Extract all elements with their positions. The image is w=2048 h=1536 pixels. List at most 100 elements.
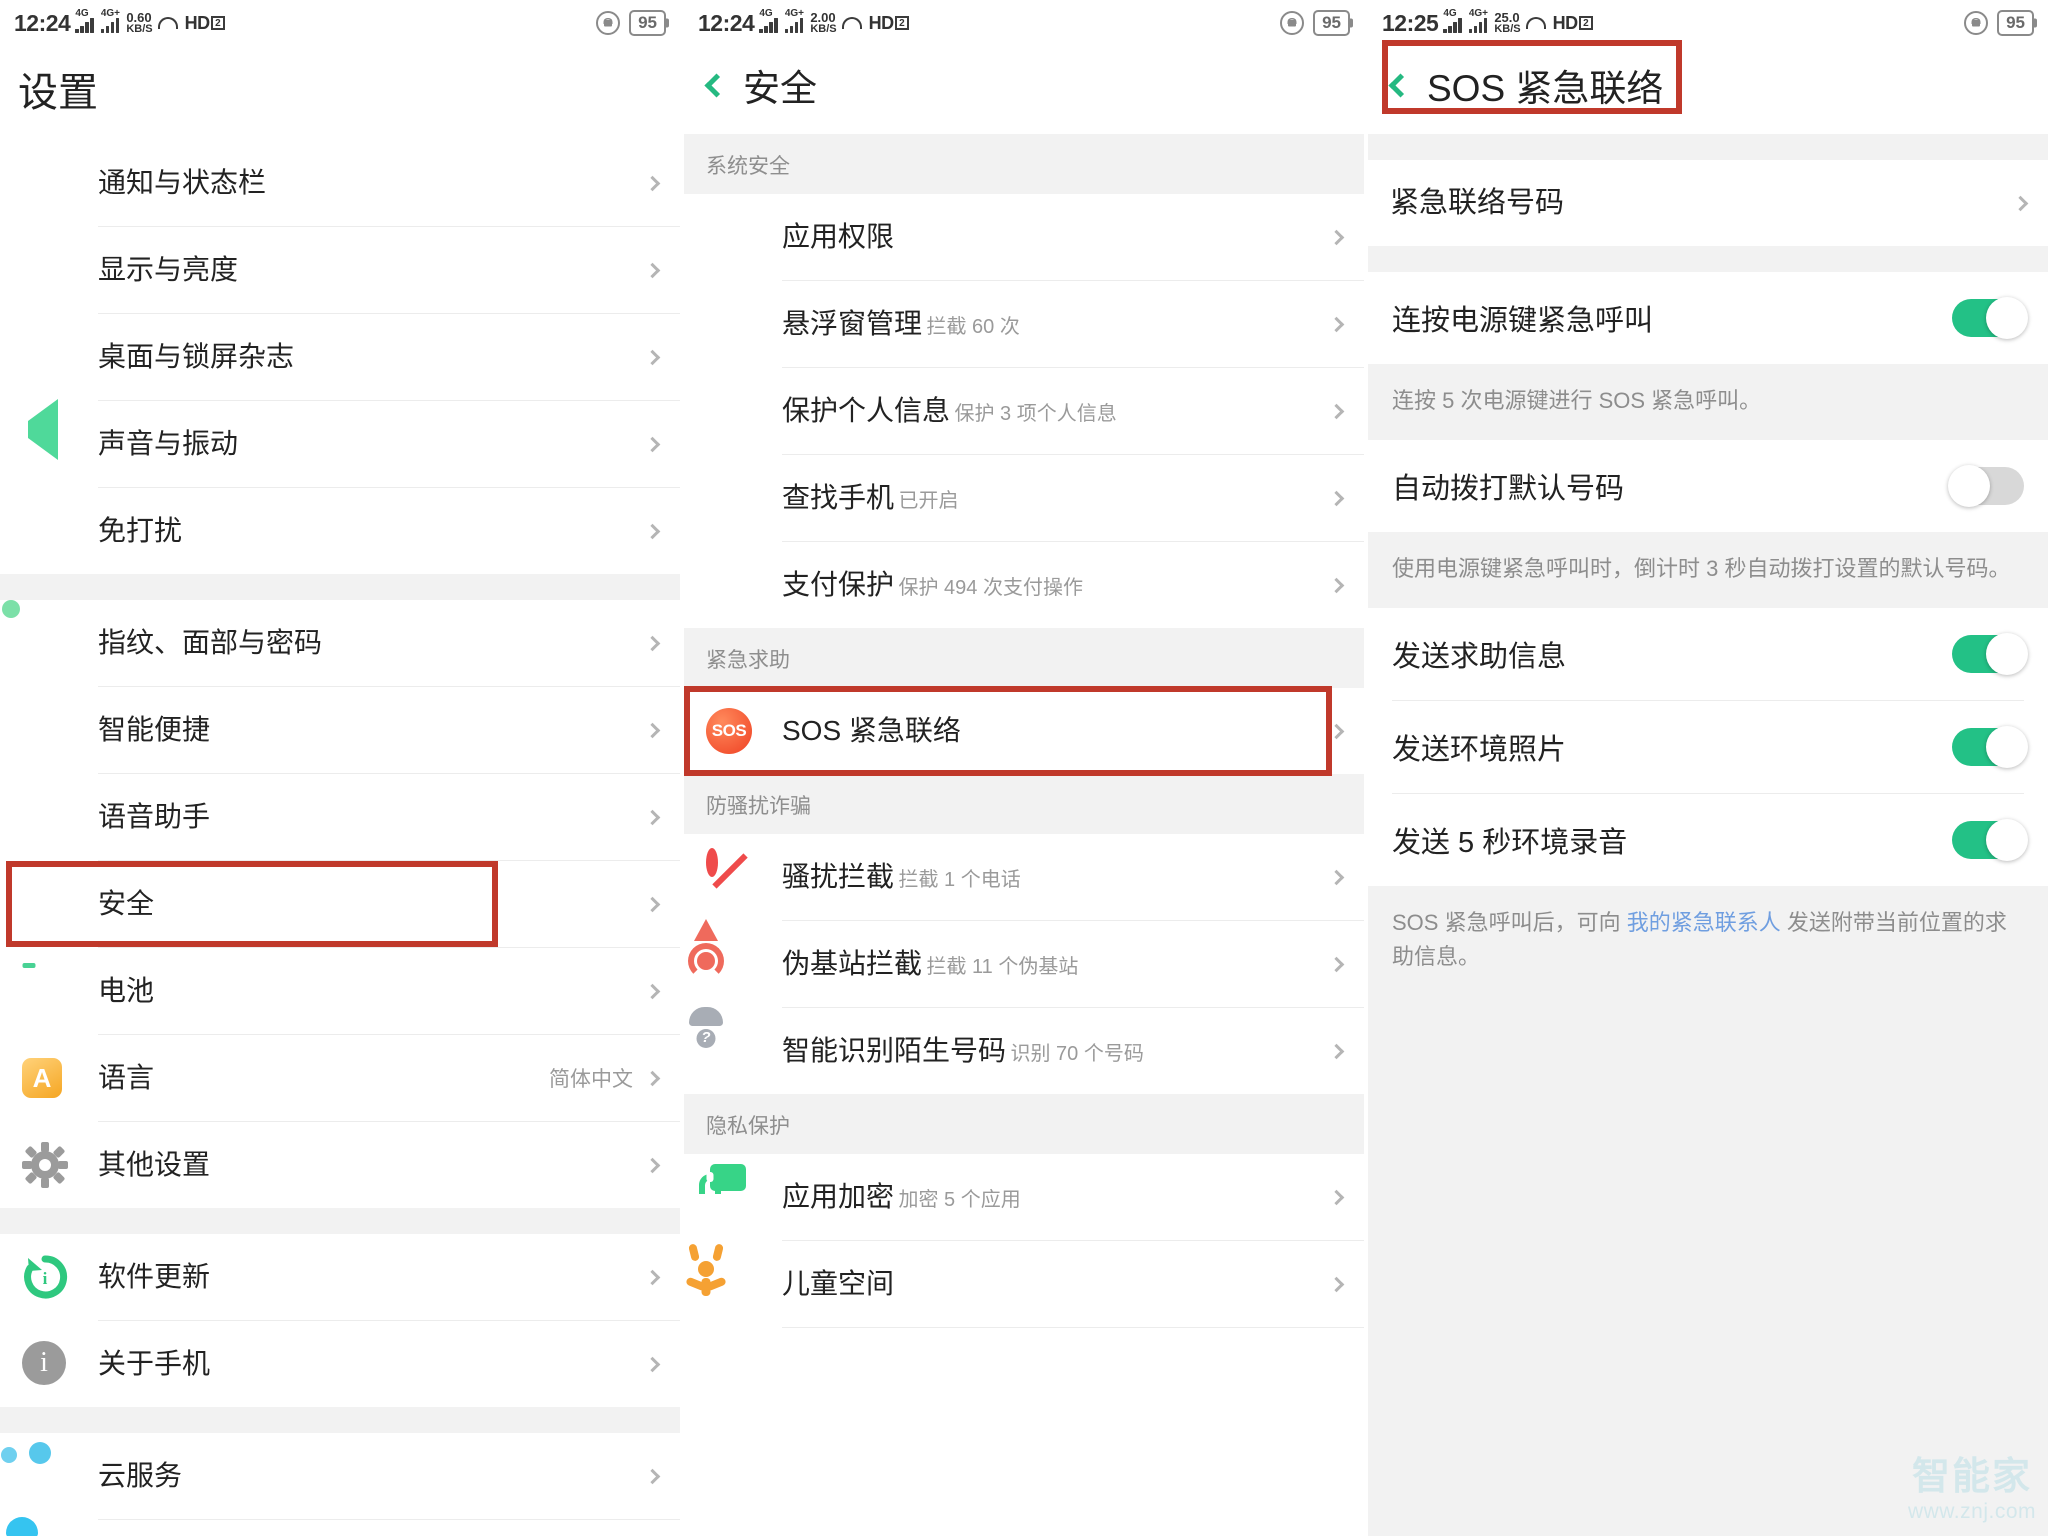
list-item-personal-info[interactable]: 保护个人信息 保护 3 项个人信息 — [684, 368, 1364, 454]
status-time: 12:25 — [1382, 9, 1439, 36]
sidebar-item-sound[interactable]: 声音与振动 — [0, 399, 680, 487]
status-time: 12:24 — [698, 9, 755, 36]
gear-icon — [22, 1142, 68, 1188]
back-chevron-icon[interactable] — [1388, 72, 1413, 98]
chevron-right-icon — [1328, 723, 1345, 739]
row-label: 发送 5 秒环境录音 — [1392, 827, 1628, 860]
divider — [782, 1327, 1364, 1328]
list-item-harassment-block[interactable]: 骚扰拦截 拦截 1 个电话 — [684, 834, 1364, 920]
row-label: 语言 — [98, 1062, 155, 1094]
row-label: 发送求助信息 — [1392, 641, 1567, 674]
list-item-find-phone[interactable]: 查找手机 已开启 — [684, 455, 1364, 541]
sos-icon: SOS — [706, 708, 752, 754]
row-label: 查找手机 — [782, 482, 895, 514]
list-item-sos-emergency-contact[interactable]: SOS SOS 紧急联络 — [684, 686, 1364, 776]
toggle-row-send-environment-photo[interactable]: 发送环境照片 — [1368, 701, 2048, 794]
sidebar-item-software-update[interactable]: i 软件更新 — [0, 1234, 680, 1320]
back-chevron-icon[interactable] — [704, 72, 729, 98]
software-update-icon: i — [22, 1254, 68, 1300]
sidebar-item-security[interactable]: 安全 — [0, 861, 680, 947]
sidebar-item-fingerprint[interactable]: 指纹、面部与密码 — [0, 600, 680, 686]
volte-icon — [157, 17, 178, 29]
list-item-floating-window[interactable]: 悬浮窗管理 拦截 60 次 — [684, 281, 1364, 367]
sidebar-item-notifications[interactable]: 通知与状态栏 — [0, 140, 680, 226]
unknown-caller-icon: ? — [689, 1007, 752, 1074]
toggle-power-key-emergency[interactable] — [1952, 297, 2028, 339]
sidebar-item-about-phone[interactable]: i 关于手机 — [0, 1321, 680, 1407]
battery-indicator: 95 — [1313, 10, 1350, 36]
sidebar-item-voice-assistant[interactable]: 语音助手 — [0, 774, 680, 860]
status-bar-panel1: 12:24 4G 4G+ 0.60 KB/S HD 2 95 — [0, 0, 680, 46]
chevron-right-icon — [1328, 490, 1345, 506]
sidebar-item-smart-assist[interactable]: 智能便捷 — [0, 687, 680, 773]
sidebar-item-battery[interactable]: 电池 — [0, 948, 680, 1034]
group-header-emergency: 紧急求助 — [684, 628, 1364, 688]
sidebar-item-other-accounts[interactable]: 其他帐号 — [0, 1517, 680, 1536]
settings-group-4: 云服务 其他帐号 — [0, 1433, 680, 1536]
chevron-right-icon — [644, 722, 661, 738]
row-subtitle: 拦截 11 个伪基站 — [926, 956, 1079, 979]
signal-icon-sim1: 4G — [75, 8, 94, 33]
chevron-right-icon — [2012, 195, 2029, 211]
row-label: 连按电源键紧急呼叫 — [1392, 305, 1654, 337]
rotation-lock-icon — [1964, 11, 1989, 35]
toggle-send-environment-photo[interactable] — [1952, 726, 2028, 769]
toggle-send-help-message[interactable] — [1952, 633, 2028, 676]
row-label: 免打扰 — [98, 515, 183, 547]
toggle-send-audio-recording[interactable] — [1952, 819, 2028, 862]
moon-icon — [22, 508, 68, 554]
fake-tower-icon — [688, 919, 752, 987]
toggle-row-send-help-message[interactable]: 发送求助信息 — [1368, 608, 2048, 701]
settings-group-3: i 软件更新 i 关于手机 — [0, 1234, 680, 1407]
list-item-fake-tower-block[interactable]: 伪基站拦截 拦截 11 个伪基站 — [684, 919, 1364, 1007]
my-emergency-contacts-link[interactable]: 我的紧急联系人 — [1627, 910, 1781, 935]
shield-icon — [22, 881, 68, 927]
sidebar-item-other-settings[interactable]: 其他设置 — [0, 1122, 680, 1208]
sidebar-item-display[interactable]: 显示与亮度 — [0, 227, 680, 313]
volte-icon — [841, 17, 862, 29]
status-bar-panel2: 12:24 4G 4G+ 2.00 KB/S HD 2 95 — [684, 0, 1364, 46]
list-item-unknown-number[interactable]: ? 智能识别陌生号码 识别 70 个号码 — [684, 1007, 1364, 1094]
floating-window-icon — [706, 301, 752, 347]
signal-icon-sim2: 4G+ — [1468, 8, 1488, 33]
row-label: 通知与状态栏 — [98, 167, 267, 199]
row-label: 云服务 — [98, 1460, 183, 1492]
sidebar-item-do-not-disturb[interactable]: 免打扰 — [0, 488, 680, 574]
section-separator — [1368, 134, 2048, 160]
nav-header-security: 安全 — [684, 46, 1364, 134]
sidebar-item-wallpaper[interactable]: 桌面与锁屏杂志 — [0, 314, 680, 400]
watermark: 智能家 www.znj.com — [1908, 1445, 2036, 1524]
status-time: 12:24 — [14, 9, 71, 36]
panel-security: 12:24 4G 4G+ 2.00 KB/S HD 2 95 安全 系统安全 应… — [684, 0, 1364, 1536]
signal-icon-sim1: 4G — [759, 8, 778, 33]
list-item-payment-protection[interactable]: $ 支付保护 保护 494 次支付操作 — [684, 542, 1364, 628]
toggle-row-send-audio-recording[interactable]: 发送 5 秒环境录音 — [1368, 794, 2048, 887]
row-label: 发送环境照片 — [1392, 734, 1567, 767]
settings-group-1: 通知与状态栏 显示与亮度 桌面与锁屏杂志 声音与振动 免打扰 — [0, 140, 680, 574]
row-label: 保护个人信息 — [782, 395, 951, 427]
fingerprint-icon — [22, 620, 68, 666]
note-sos-summary: SOS 紧急呼叫后，可向 我的紧急联系人 发送附带当前位置的求助信息。 — [1368, 886, 2048, 997]
sound-icon — [22, 399, 68, 467]
row-label: 关于手机 — [98, 1348, 211, 1380]
row-value: 简体中文 — [549, 1068, 633, 1091]
sidebar-item-cloud-service[interactable]: 云服务 — [0, 1433, 680, 1519]
section-separator — [1368, 246, 2048, 272]
row-label: 儿童空间 — [782, 1268, 895, 1300]
list-item-emergency-number[interactable]: 紧急联络号码 — [1368, 160, 2048, 246]
list-item-kids-space[interactable]: 儿童空间 — [684, 1241, 1364, 1327]
hd-call-icon: HD 2 — [869, 13, 909, 34]
network-speed-indicator: 0.60 KB/S — [126, 10, 153, 35]
toggle-row-auto-dial-default[interactable]: 自动拨打默认号码 — [1368, 440, 2048, 533]
row-label: 电池 — [98, 975, 155, 1007]
find-phone-icon — [706, 475, 752, 521]
toggle-row-power-key-emergency[interactable]: 连按电源键紧急呼叫 — [1368, 272, 2048, 364]
list-item-app-encryption[interactable]: 应用加密 加密 5 个应用 — [684, 1154, 1364, 1240]
payment-shield-icon: $ — [723, 571, 735, 598]
row-label: 其他设置 — [98, 1149, 211, 1181]
toggle-auto-dial-default[interactable] — [1948, 465, 2024, 508]
list-item-app-permission[interactable]: 应用权限 — [684, 194, 1364, 280]
sidebar-item-language[interactable]: A 语言 简体中文 — [0, 1035, 680, 1121]
row-label: 骚扰拦截 — [782, 861, 895, 893]
network-speed-indicator: 2.00 KB/S — [810, 10, 837, 35]
